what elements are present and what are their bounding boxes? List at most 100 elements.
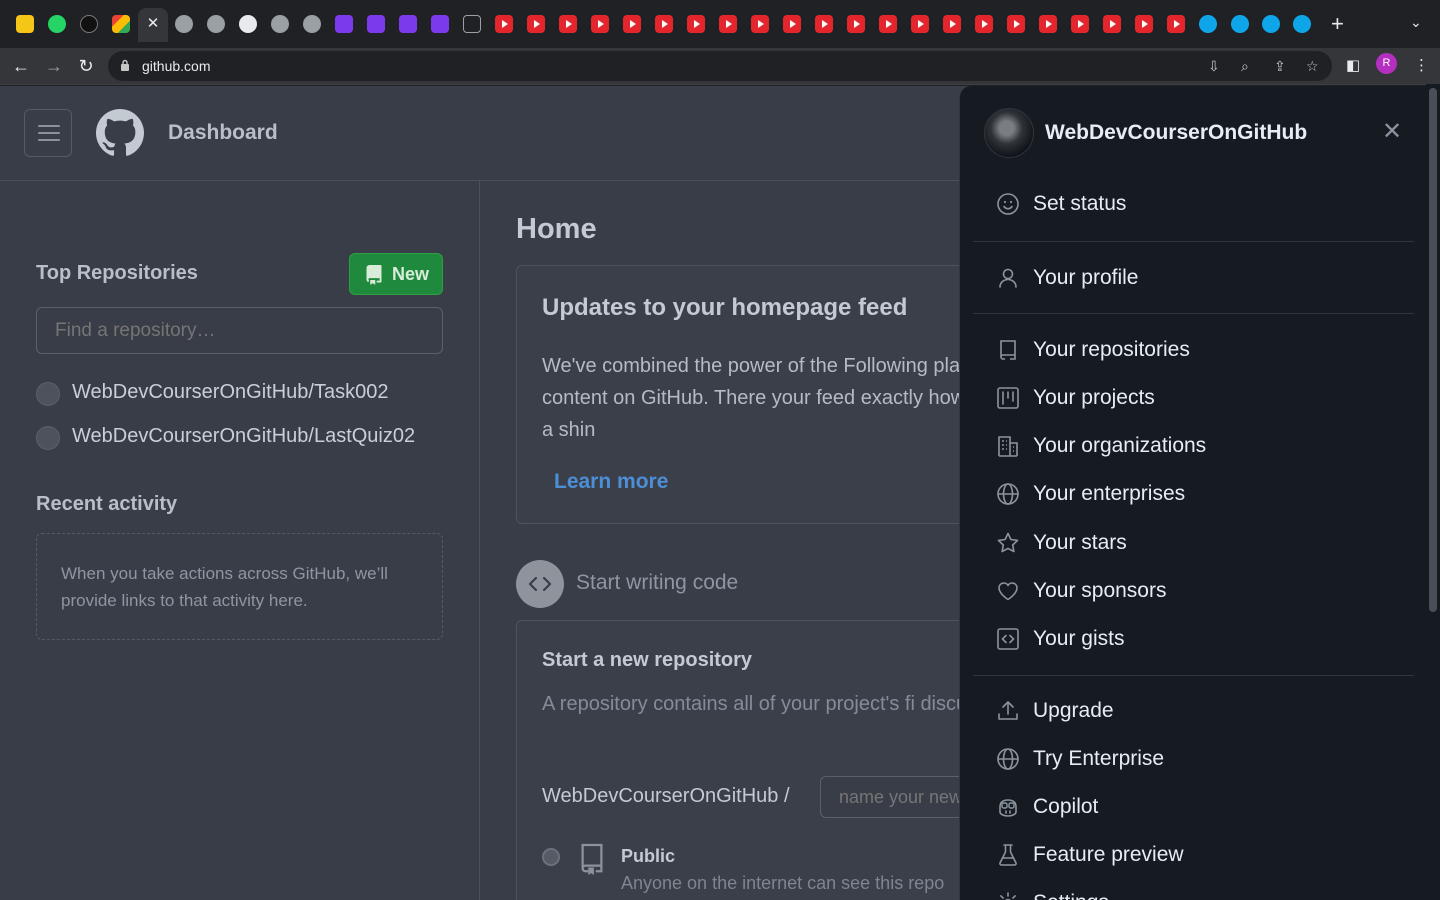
youtube-tab-icon[interactable]	[815, 15, 833, 33]
learn-more-link[interactable]: Learn more	[554, 470, 668, 494]
github-logo-icon[interactable]	[96, 109, 144, 157]
youtube-tab-icon[interactable]	[1071, 15, 1089, 33]
menu-item-feature-preview[interactable]: Feature preview	[984, 835, 1404, 875]
bookmark-star-icon[interactable]: ☆	[1306, 58, 1319, 75]
forward-button[interactable]: →	[40, 52, 68, 80]
youtube-tab-icon[interactable]	[847, 15, 865, 33]
address-bar[interactable]: github.com ⇩ ⌕ ⇪ ☆	[108, 51, 1332, 81]
repo-link[interactable]: WebDevCourserOnGitHub/LastQuiz02	[72, 425, 415, 448]
youtube-tab-icon[interactable]	[911, 15, 929, 33]
tab-favicon[interactable]	[463, 15, 481, 33]
youtube-tab-icon[interactable]	[719, 15, 737, 33]
youtube-tab-icon[interactable]	[879, 15, 897, 33]
public-radio[interactable]	[542, 848, 560, 866]
panel-scrollbar-thumb[interactable]	[1429, 88, 1437, 612]
new-tab-button[interactable]: +	[1331, 12, 1344, 36]
menu-divider	[973, 675, 1414, 676]
tab-search-chevron-icon[interactable]: ⌄	[1410, 14, 1422, 31]
share-icon[interactable]: ⇪	[1274, 58, 1286, 75]
youtube-tab-icon[interactable]	[527, 15, 545, 33]
code-square-icon	[997, 628, 1019, 650]
globe-icon	[997, 748, 1019, 770]
youtube-tab-icon[interactable]	[1103, 15, 1121, 33]
global-nav-menu-button[interactable]	[24, 109, 72, 157]
browser-menu-icon[interactable]: ⋮	[1414, 56, 1429, 74]
globe-tab-icon[interactable]	[303, 15, 321, 33]
tab-favicon[interactable]	[16, 15, 34, 33]
zoom-icon[interactable]: ⌕	[1241, 58, 1249, 75]
install-app-icon[interactable]: ⇩	[1208, 58, 1220, 75]
youtube-tab-icon[interactable]	[783, 15, 801, 33]
hamburger-icon	[38, 125, 60, 127]
youtube-tab-icon[interactable]	[655, 15, 673, 33]
tab-favicon[interactable]	[80, 15, 98, 33]
tab-favicon[interactable]	[431, 15, 449, 33]
menu-divider	[973, 313, 1414, 314]
find-repository-input[interactable]	[36, 307, 443, 354]
youtube-tab-icon[interactable]	[751, 15, 769, 33]
new-repository-button[interactable]: New	[349, 253, 443, 295]
menu-item-label: Upgrade	[1033, 699, 1114, 722]
youtube-tab-icon[interactable]	[1039, 15, 1057, 33]
menu-item-your-repositories[interactable]: Your repositories	[984, 330, 1404, 370]
star-icon	[997, 532, 1019, 553]
att-tab-icon[interactable]	[1231, 15, 1249, 33]
youtube-tab-icon[interactable]	[623, 15, 641, 33]
globe-tab-icon[interactable]	[175, 15, 193, 33]
tab-favicon[interactable]	[399, 15, 417, 33]
hamburger-icon	[38, 139, 60, 141]
repo-icon	[581, 843, 603, 875]
close-icon[interactable]: ✕	[1378, 118, 1406, 146]
github-tab-icon[interactable]	[239, 15, 257, 33]
youtube-tab-icon[interactable]	[1167, 15, 1185, 33]
globe-tab-icon[interactable]	[207, 15, 225, 33]
youtube-tab-icon[interactable]	[591, 15, 609, 33]
menu-item-copilot[interactable]: Copilot	[984, 787, 1404, 827]
menu-item-label: Your sponsors	[1033, 579, 1167, 602]
profile-avatar[interactable]: R	[1376, 53, 1397, 74]
recent-activity-box: When you take actions across GitHub, we’…	[36, 533, 443, 640]
globe-tab-icon[interactable]	[271, 15, 289, 33]
whatsapp-tab-icon[interactable]	[48, 15, 66, 33]
gmail-tab-icon[interactable]	[112, 15, 130, 33]
youtube-tab-icon[interactable]	[1135, 15, 1153, 33]
menu-item-settings[interactable]: Settings	[984, 883, 1404, 900]
menu-item-upgrade[interactable]: Upgrade	[984, 691, 1404, 731]
menu-item-your-organizations[interactable]: Your organizations	[984, 426, 1404, 466]
page-title[interactable]: Dashboard	[168, 121, 278, 145]
menu-item-your-projects[interactable]: Your projects	[984, 378, 1404, 418]
public-option-label: Public	[621, 846, 676, 866]
youtube-tab-icon[interactable]	[943, 15, 961, 33]
youtube-tab-icon[interactable]	[559, 15, 577, 33]
browser-tab-strip: ✕ + ⌄	[0, 0, 1440, 48]
youtube-tab-icon[interactable]	[495, 15, 513, 33]
tab-close-icon[interactable]: ✕	[146, 14, 160, 34]
menu-item-your-enterprises[interactable]: Your enterprises	[984, 474, 1404, 514]
top-repositories-heading: Top Repositories	[36, 262, 198, 284]
menu-item-your-gists[interactable]: Your gists	[984, 619, 1404, 659]
repo-icon	[366, 265, 382, 285]
repo-link[interactable]: WebDevCourserOnGitHub/Task002	[72, 381, 388, 404]
side-panel-icon[interactable]: ◧	[1346, 56, 1360, 74]
back-button[interactable]: ←	[7, 52, 35, 80]
repo-owner-avatar	[36, 426, 60, 450]
browser-toolbar: ← → ↻ github.com ⇩ ⌕ ⇪ ☆ ◧ R ⋮	[0, 48, 1440, 85]
menu-item-your-stars[interactable]: Your stars	[984, 523, 1404, 563]
att-tab-icon[interactable]	[1199, 15, 1217, 33]
att-tab-icon[interactable]	[1262, 15, 1280, 33]
menu-item-your-profile[interactable]: Your profile	[984, 258, 1404, 298]
att-tab-icon[interactable]	[1293, 15, 1311, 33]
feed-updates-title: Updates to your homepage feed	[542, 294, 908, 321]
dashboard-sidebar: Top Repositories New WebDevCourserOnGitH…	[0, 181, 480, 900]
youtube-tab-icon[interactable]	[975, 15, 993, 33]
menu-item-try-enterprise[interactable]: Try Enterprise	[984, 739, 1404, 779]
user-avatar	[984, 108, 1034, 158]
url-text[interactable]: github.com	[142, 58, 210, 74]
reload-button[interactable]: ↻	[72, 52, 100, 80]
youtube-tab-icon[interactable]	[687, 15, 705, 33]
menu-item-set-status[interactable]: Set status	[984, 184, 1404, 224]
menu-item-your-sponsors[interactable]: Your sponsors	[984, 571, 1404, 611]
tab-favicon[interactable]	[335, 15, 353, 33]
youtube-tab-icon[interactable]	[1007, 15, 1025, 33]
tab-favicon[interactable]	[367, 15, 385, 33]
